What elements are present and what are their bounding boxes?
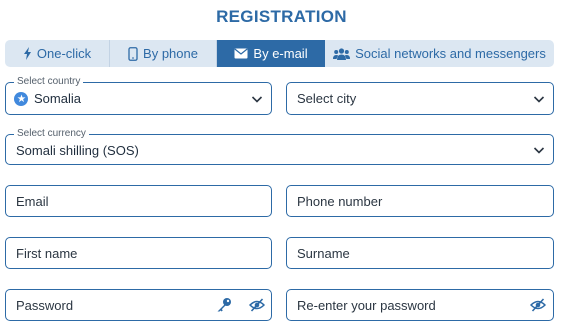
somalia-flag-icon — [14, 91, 28, 106]
country-select-legend: Select country — [14, 76, 84, 88]
country-value: Somalia — [34, 91, 81, 106]
tab-label: By phone — [143, 46, 198, 61]
tab-social-networks[interactable]: Social networks and messengers — [325, 40, 554, 67]
eye-slash-icon[interactable] — [529, 298, 547, 317]
key-icon[interactable] — [216, 297, 232, 318]
tab-label: By e-mail — [253, 46, 308, 61]
currency-select-legend: Select currency — [14, 128, 89, 140]
first-name-placeholder: First name — [16, 246, 78, 261]
password-field[interactable]: Password — [5, 289, 272, 321]
chevron-down-icon — [251, 95, 263, 103]
tab-by-email[interactable]: By e-mail — [217, 40, 325, 67]
lightning-icon — [23, 47, 32, 60]
phone-number-field[interactable]: Phone number — [286, 185, 554, 217]
currency-select[interactable]: Select currency Somali shilling (SOS) — [5, 128, 554, 165]
tab-label: Social networks and messengers — [355, 46, 546, 61]
password-repeat-placeholder: Re-enter your password — [297, 298, 436, 313]
surname-field[interactable]: Surname — [286, 237, 554, 269]
eye-slash-icon[interactable] — [248, 298, 266, 317]
page-title: REGISTRATION — [216, 7, 347, 26]
chevron-down-icon — [533, 95, 545, 103]
city-placeholder: Select city — [297, 91, 357, 106]
password-repeat-field[interactable]: Re-enter your password — [286, 289, 554, 321]
registration-method-tabs: One-click By phone By e-mail Social netw… — [5, 40, 554, 67]
tab-by-phone[interactable]: By phone — [110, 40, 217, 67]
envelope-icon — [234, 48, 248, 59]
users-icon — [333, 47, 351, 60]
chevron-down-icon — [533, 146, 545, 154]
password-placeholder: Password — [16, 298, 74, 313]
phone-number-placeholder: Phone number — [297, 194, 383, 209]
country-select[interactable]: Select country Somalia — [5, 76, 272, 115]
currency-value: Somali shilling (SOS) — [16, 143, 139, 158]
tab-label: One-click — [36, 46, 92, 61]
email-field[interactable]: Email — [5, 185, 272, 217]
email-placeholder: Email — [16, 194, 49, 209]
city-select[interactable]: Select city — [286, 82, 554, 115]
phone-icon — [128, 46, 138, 61]
first-name-field[interactable]: First name — [5, 237, 272, 269]
tab-one-click[interactable]: One-click — [5, 40, 110, 67]
surname-placeholder: Surname — [297, 246, 350, 261]
